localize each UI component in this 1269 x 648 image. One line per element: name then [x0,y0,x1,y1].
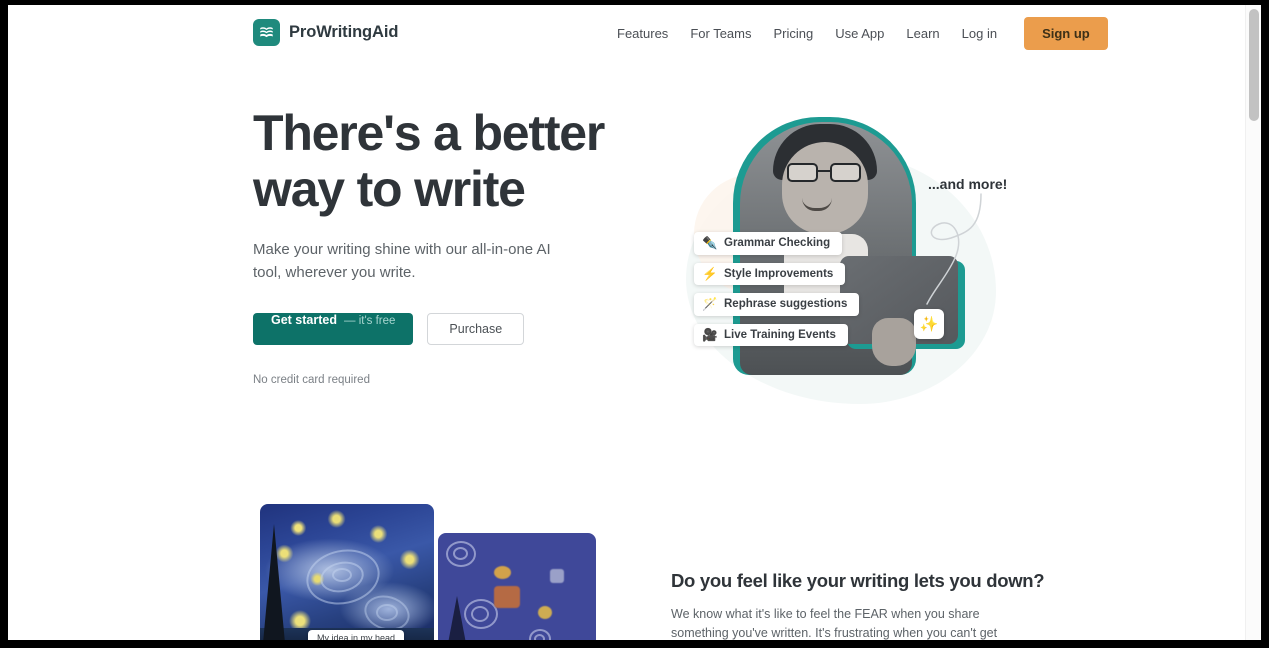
hero-subtitle: Make your writing shine with our all-in-… [253,241,551,281]
get-started-label: Get started [271,313,337,327]
simple-swirl [471,606,489,622]
hero-copy: There's a better way to write Make your … [253,105,653,386]
get-started-note: — it's free [344,315,396,327]
browser-viewport: ProWritingAid Features For Teams Pricing… [8,5,1261,640]
simple-swirl [534,634,545,640]
nav-link-for-teams[interactable]: For Teams [679,26,762,41]
magic-wand-icon: 🪄 [702,297,718,311]
feature-chip-style-improvements: ⚡ Style Improvements [694,262,846,285]
section-two-copy: Do you feel like your writing lets you d… [671,570,1045,640]
glasses-right-lens [830,163,861,182]
curly-pointer-line-icon [926,193,982,305]
idea-caption-label: My idea in my head [308,630,405,640]
sign-up-button[interactable]: Sign up [1024,17,1108,50]
brand-name: ProWritingAid [289,23,399,41]
vertical-scrollbar-thumb[interactable] [1249,9,1259,121]
brand-logo-link[interactable]: ProWritingAid [253,19,398,46]
star-blob [494,566,511,579]
nav-link-features[interactable]: Features [606,26,679,41]
hero-section: There's a better way to write Make your … [8,62,1245,482]
star-blob [550,569,564,583]
feature-chip-label: Grammar Checking [724,237,831,250]
feature-chip-list: ✒️ Grammar Checking ⚡ Style Improvements… [694,232,860,346]
writing-lets-you-down-section: My idea in my head Do you feel like your… [8,482,1245,640]
no-credit-card-note: No credit card required [253,374,370,386]
paint-swirl [376,604,398,621]
simple-swirl [453,547,468,560]
nav-link-pricing[interactable]: Pricing [762,26,824,41]
main-navigation: Features For Teams Pricing Use App Learn… [606,5,1108,62]
section-two-title: Do you feel like your writing lets you d… [671,570,1045,591]
paint-swirl [332,568,352,582]
person-hand [872,318,916,366]
feature-chip-label: Live Training Events [724,328,836,341]
nav-link-use-app[interactable]: Use App [824,26,895,41]
page-canvas: ProWritingAid Features For Teams Pricing… [8,5,1245,640]
sparkles-icon: ✨ [914,309,944,339]
simple-cypress-shape [446,596,468,640]
feature-chip-rephrase-suggestions: 🪄 Rephrase suggestions [694,293,860,316]
person-face [782,142,868,234]
artwork-comparison-group: My idea in my head [260,504,596,640]
flat-rendition-panel [438,533,596,640]
site-header: ProWritingAid Features For Teams Pricing… [8,5,1245,62]
feature-chip-live-training-events: 🎥 Live Training Events [694,323,848,346]
feature-chip-label: Style Improvements [724,267,834,280]
get-started-button[interactable]: Get started — it's free [253,313,414,345]
glasses-icon [785,163,865,182]
cypress-tree-shape [262,524,286,640]
feature-chip-grammar-checking: ✒️ Grammar Checking [694,232,843,255]
page-title: There's a better way to write [253,105,653,217]
section-two-body: We know what it's like to feel the FEAR … [671,607,998,640]
star-blob [494,586,520,608]
purchase-button[interactable]: Purchase [427,313,525,345]
star-blob [538,606,552,619]
glasses-left-lens [787,163,818,182]
hero-illustration: ✒️ Grammar Checking ⚡ Style Improvements… [676,114,1018,444]
quill-pen-icon: ✒️ [702,236,718,250]
hero-actions: Get started — it's free Purchase [253,313,653,345]
hero-title-line-2: way to write [253,161,526,217]
glasses-bridge [818,170,830,173]
vertical-scrollbar-track[interactable] [1245,5,1261,640]
feature-chip-label: Rephrase suggestions [724,298,848,311]
nav-link-log-in[interactable]: Log in [951,26,1008,41]
hero-title-line-1: There's a better [253,105,605,161]
nav-link-learn[interactable]: Learn [895,26,950,41]
book-logo-icon [253,19,280,46]
movie-camera-icon: 🎥 [702,327,718,342]
lightning-bolt-icon: ⚡ [702,266,718,281]
and-more-annotation: ...and more! [928,176,1008,192]
starry-night-painting: My idea in my head [260,504,434,640]
